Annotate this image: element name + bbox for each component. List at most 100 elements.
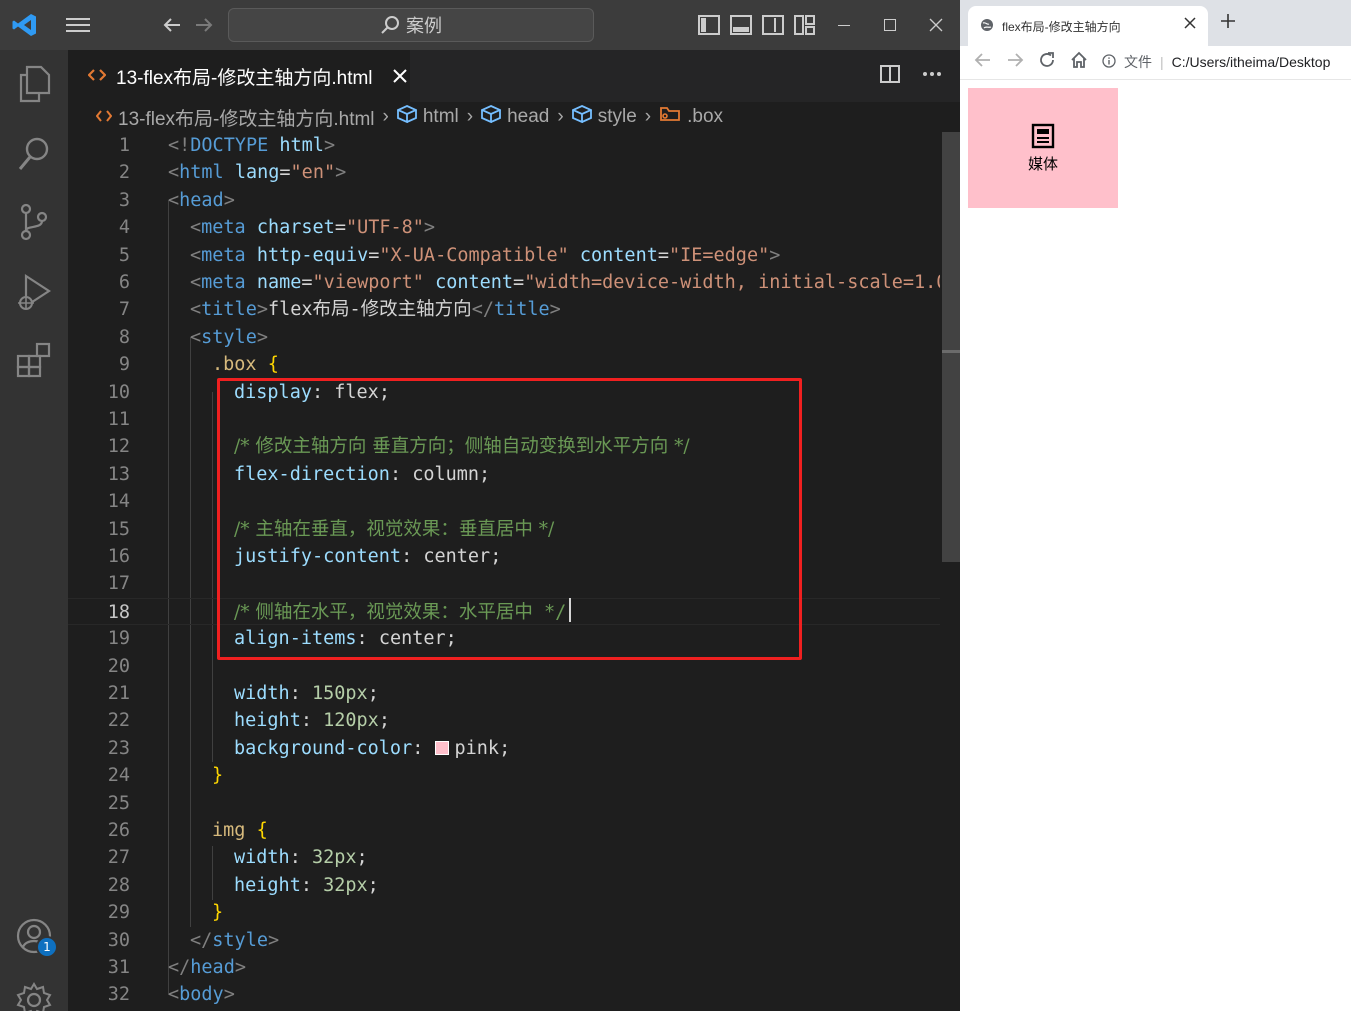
accounts-badge: 1 <box>36 936 58 958</box>
line-number: 31 <box>107 957 130 978</box>
close-window-icon[interactable] <box>924 10 948 40</box>
breadcrumb-file[interactable]: 13-flex布局-修改主轴方向.html <box>118 104 375 131</box>
extensions-icon[interactable] <box>14 340 54 380</box>
browser-window: flex布局-修改主轴方向 文件 | C:/Users/itheima/Desk… <box>960 0 1351 1011</box>
line-number: 13 <box>107 463 130 485</box>
code-line: 5 <meta http-equiv="X-UA-Compatible" cont… <box>68 242 940 269</box>
demo-label: 媒体 <box>1027 154 1058 173</box>
breadcrumb-style[interactable]: style <box>598 106 637 128</box>
breadcrumb-html[interactable]: html <box>423 106 459 128</box>
line-number: 11 <box>107 409 130 430</box>
address-url[interactable]: C:/Users/itheima/Desktop <box>1172 54 1331 70</box>
search-icon <box>381 16 399 34</box>
chevron-right-icon: › <box>382 106 389 127</box>
code-line: 7 <title>flex布局-修改主轴方向</title> <box>68 296 940 323</box>
line-number: 7 <box>118 299 130 321</box>
line-number: 5 <box>118 244 130 266</box>
settings-gear-icon[interactable] <box>14 980 54 1011</box>
code-line: 8 <style> <box>68 324 940 351</box>
reload-icon[interactable] <box>1038 51 1056 74</box>
code-line: 26 img { <box>68 817 940 844</box>
code-line: 22 height: 120px; <box>68 707 940 734</box>
line-number: 3 <box>118 189 130 211</box>
toggle-sidebar-icon[interactable] <box>696 10 722 40</box>
line-number: 22 <box>107 710 130 732</box>
cube-icon <box>570 105 593 129</box>
line-number: 15 <box>107 518 130 540</box>
vscode-logo-icon <box>8 10 42 40</box>
line-number: 19 <box>107 628 130 650</box>
line-number: 2 <box>118 162 130 184</box>
browser-tabstrip: flex布局-修改主轴方向 <box>960 0 1351 46</box>
customize-layout-icon[interactable] <box>792 10 818 40</box>
line-number: 24 <box>107 765 130 787</box>
demo-flex-box: 媒体 <box>968 88 1118 208</box>
new-tab-icon[interactable] <box>1220 10 1236 35</box>
line-number: 28 <box>107 874 130 896</box>
search-label: 案例 <box>406 16 442 37</box>
chevron-right-icon: › <box>466 106 474 127</box>
back-arrow-icon[interactable] <box>158 10 186 40</box>
address-bar[interactable]: 文件 | C:/Users/itheima/Desktop <box>1102 49 1351 75</box>
code-line: 3 <head> <box>68 187 940 214</box>
split-editor-icon[interactable] <box>880 64 900 88</box>
close-tab-icon[interactable] <box>1184 16 1196 34</box>
forward-arrow-icon[interactable] <box>1006 51 1024 74</box>
browser-viewport: 媒体 <box>960 81 1351 1011</box>
explorer-icon[interactable] <box>14 64 54 104</box>
code-line: 28 height: 32px; <box>68 872 940 899</box>
menu-icon[interactable] <box>62 10 94 40</box>
scrollbar-thumb[interactable] <box>942 132 960 562</box>
browser-tab-title: flex布局-修改主轴方向 <box>1002 19 1121 34</box>
code-line: 32 <body> <box>68 981 940 1008</box>
breadcrumb-box[interactable]: .box <box>687 106 723 128</box>
code-line: 24} <box>68 762 940 789</box>
more-actions-icon[interactable] <box>922 64 942 88</box>
chevron-right-icon: › <box>644 106 652 127</box>
line-number: 30 <box>107 929 130 951</box>
title-bar: 案例 <box>0 0 960 50</box>
home-icon[interactable] <box>1070 51 1088 74</box>
line-number: 27 <box>107 847 130 869</box>
editor-tab-bar: 13-flex布局-修改主轴方向.html <box>68 50 960 102</box>
editor-scrollbar[interactable] <box>940 132 960 1011</box>
line-number: 14 <box>107 491 130 513</box>
newspaper-icon <box>1031 123 1055 153</box>
source-control-icon[interactable] <box>14 202 54 242</box>
toggle-secondary-sidebar-icon[interactable] <box>760 10 786 40</box>
line-number: 29 <box>107 902 130 924</box>
maximize-icon[interactable] <box>878 10 902 40</box>
info-icon[interactable] <box>1102 53 1116 71</box>
activity-bar: 1 <box>0 50 68 1011</box>
back-arrow-icon[interactable] <box>974 51 992 74</box>
globe-icon <box>980 18 994 35</box>
highlight-box <box>217 378 802 660</box>
toggle-panel-icon[interactable] <box>728 10 754 40</box>
code-line: 4 <meta charset="UTF-8"> <box>68 214 940 241</box>
run-debug-icon[interactable] <box>14 272 54 312</box>
html-file-icon <box>95 106 113 128</box>
line-number: 23 <box>107 737 130 759</box>
command-center-search[interactable]: 案例 <box>228 8 594 42</box>
line-number: 18 <box>107 601 130 623</box>
line-number: 21 <box>107 683 130 704</box>
minimize-icon[interactable] <box>832 10 856 40</box>
css-selector-icon <box>659 105 681 129</box>
line-number: 16 <box>107 546 130 567</box>
search-icon[interactable] <box>14 134 54 174</box>
close-tab-icon[interactable] <box>392 64 407 88</box>
code-line: 29} <box>68 899 940 926</box>
cube-icon <box>479 105 503 129</box>
line-number: 10 <box>107 381 130 403</box>
tab-active-file[interactable]: 13-flex布局-修改主轴方向.html <box>68 50 410 102</box>
forward-arrow-icon[interactable] <box>190 10 218 40</box>
color-swatch[interactable] <box>434 740 449 755</box>
browser-tab[interactable]: flex布局-修改主轴方向 <box>968 6 1208 46</box>
code-line: 9 .box { <box>68 351 940 378</box>
breadcrumb-head[interactable]: head <box>507 106 549 128</box>
line-number: 9 <box>118 354 130 376</box>
vscode-window: 案例 1 13-flex布局-修改主轴方向.html 13-flex布局-修改主… <box>0 0 960 1011</box>
breadcrumb: 13-flex布局-修改主轴方向.html › html › head › st… <box>68 102 960 132</box>
chevron-right-icon: › <box>557 106 564 127</box>
line-number: 1 <box>118 135 130 156</box>
